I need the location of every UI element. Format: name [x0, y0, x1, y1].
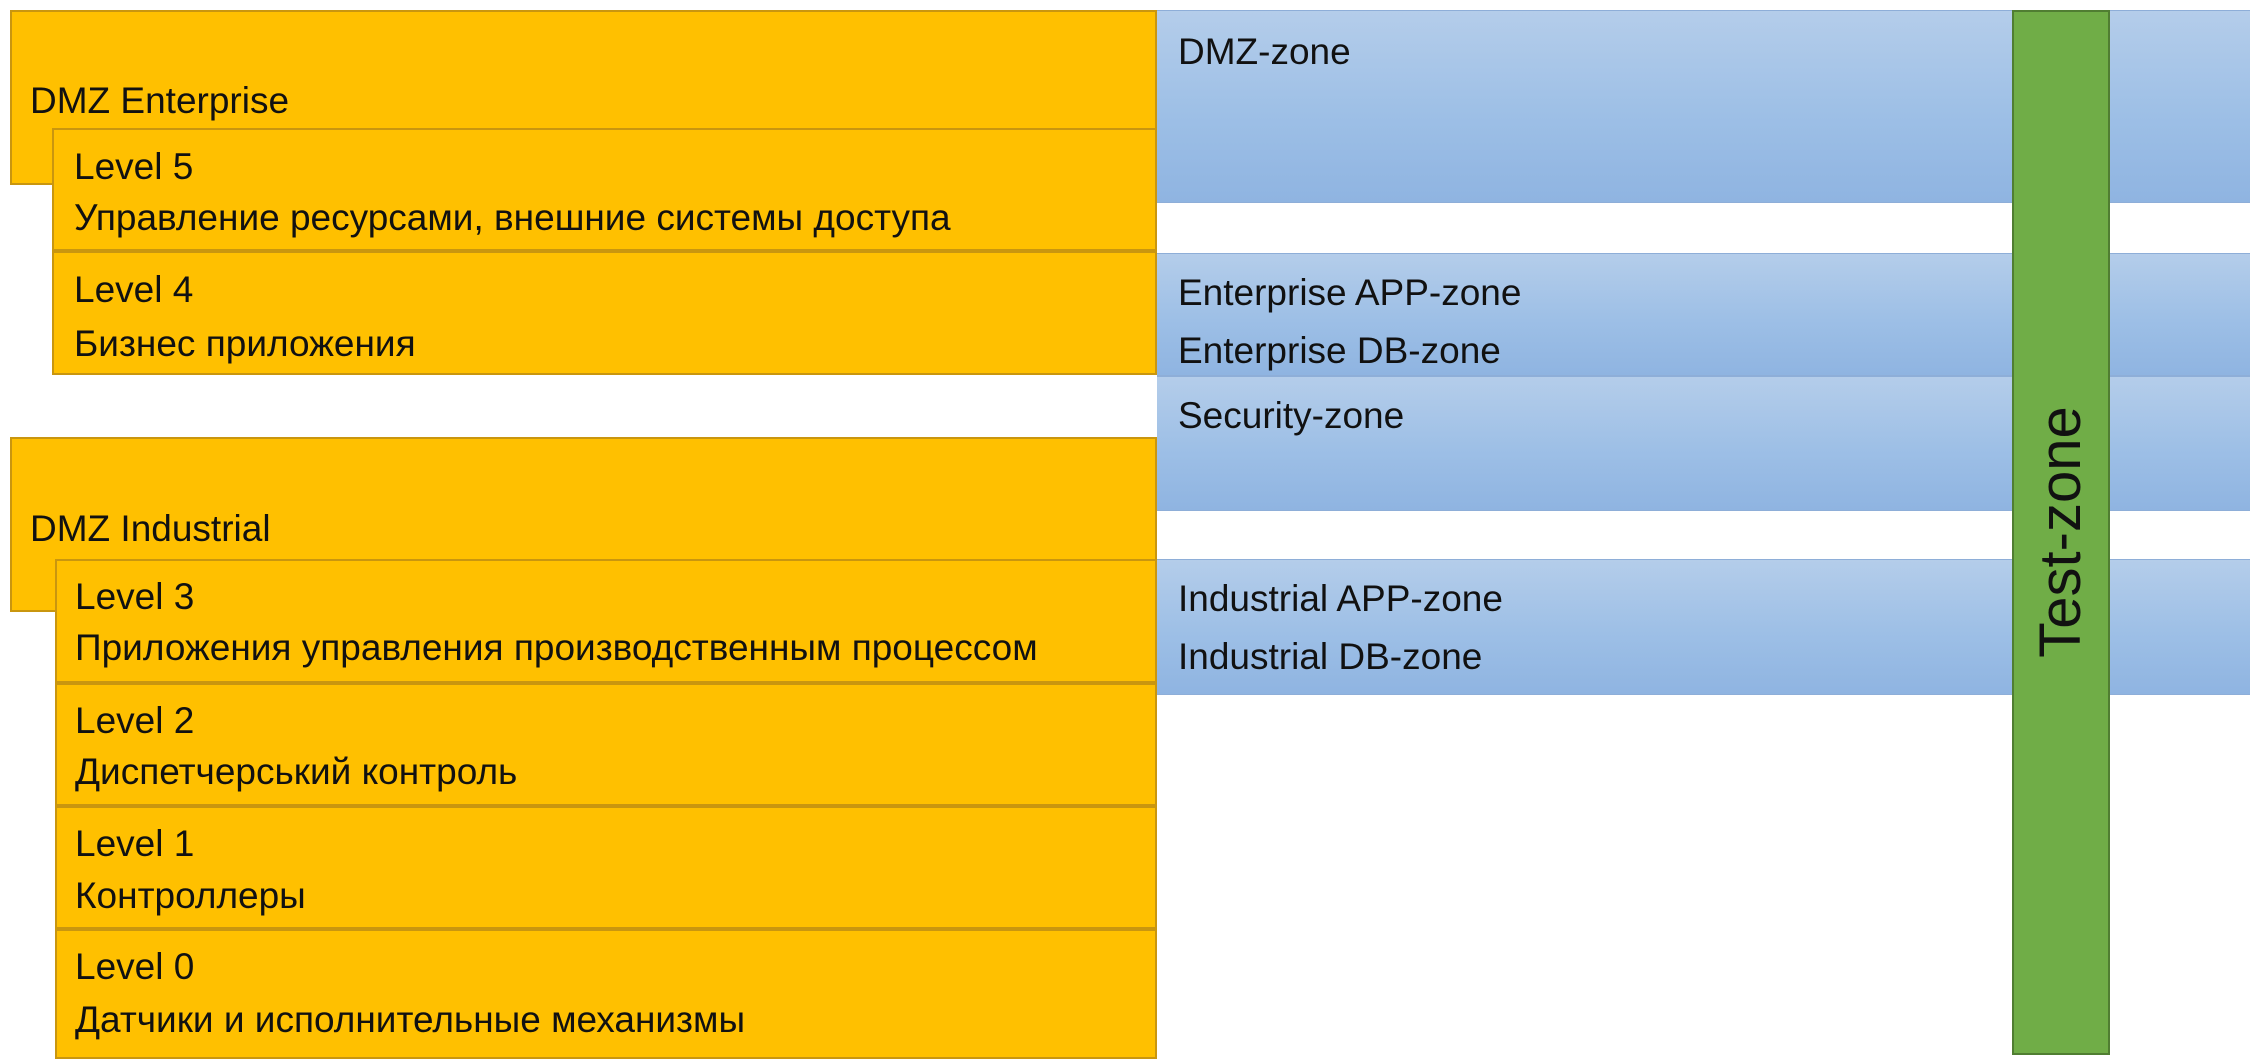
level-2-description: Диспетчерський контроль — [75, 751, 518, 792]
level-1-box: Level 1 Контроллеры — [55, 806, 1157, 929]
test-zone-label: Test-zone — [2028, 406, 2093, 658]
level-5-title: Level 5 — [74, 146, 194, 187]
industrial-db-zone-label: Industrial DB-zone — [1178, 636, 1483, 677]
level-4-box: Level 4 Бизнес приложения — [52, 251, 1157, 375]
security-zone-label: Security-zone — [1178, 395, 1405, 436]
level-3-description: Приложения управления производственным п… — [75, 627, 1038, 668]
level-3-box: Level 3 Приложения управления производст… — [55, 559, 1157, 683]
level-2-title: Level 2 — [75, 700, 195, 741]
test-zone-bar: Test-zone — [2012, 10, 2110, 1055]
enterprise-app-zone-label: Enterprise APP-zone — [1178, 272, 1522, 313]
level-0-box: Level 0 Датчики и исполнительные механиз… — [55, 929, 1157, 1059]
enterprise-db-zone-label: Enterprise DB-zone — [1178, 330, 1501, 371]
level-2-box: Level 2 Диспетчерський контроль — [55, 683, 1157, 806]
level-0-description: Датчики и исполнительные механизмы — [75, 999, 746, 1040]
level-3-title: Level 3 — [75, 576, 195, 617]
level-1-description: Контроллеры — [75, 875, 306, 916]
level-5-description: Управление ресурсами, внешние системы до… — [74, 197, 951, 238]
level-0-title: Level 0 — [75, 946, 195, 987]
industrial-app-zone-label: Industrial APP-zone — [1178, 578, 1503, 619]
level-4-description: Бизнес приложения — [74, 323, 416, 364]
dmz-zone-label: DMZ-zone — [1178, 31, 1351, 72]
level-5-box: Level 5 Управление ресурсами, внешние си… — [52, 128, 1157, 251]
level-1-title: Level 1 — [75, 823, 195, 864]
level-4-title: Level 4 — [74, 269, 194, 310]
dmz-enterprise-label: DMZ Enterprise — [30, 80, 290, 121]
dmz-industrial-label: DMZ Industrial — [30, 508, 271, 549]
